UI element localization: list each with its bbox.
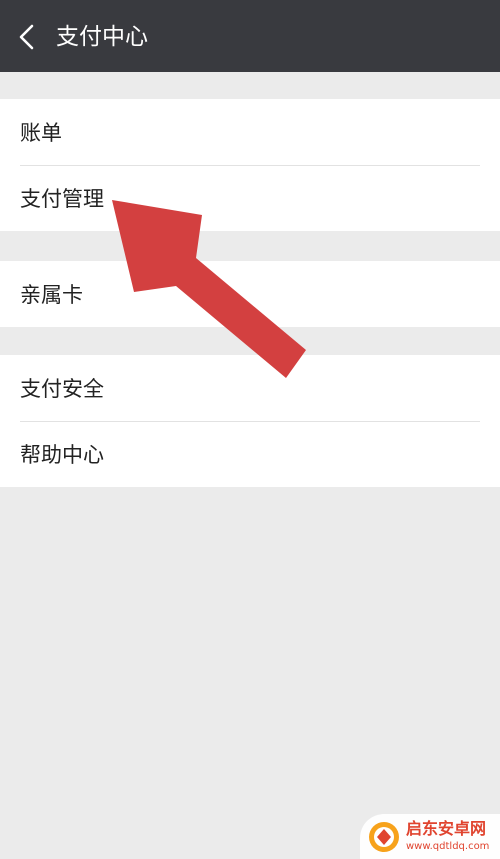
menu-group-3: 支付安全 帮助中心	[0, 355, 500, 487]
page-title: 支付中心	[56, 24, 148, 50]
menu-item-label: 帮助中心	[20, 443, 104, 467]
menu-item-family-card[interactable]: 亲属卡	[0, 261, 500, 327]
menu-item-bill[interactable]: 账单	[0, 99, 500, 165]
menu-group-1: 账单 支付管理	[0, 99, 500, 231]
watermark-url: www.qdtldq.com	[406, 841, 490, 852]
menu-group-2: 亲属卡	[0, 261, 500, 327]
menu-item-label: 亲属卡	[20, 283, 83, 307]
menu-item-help-center[interactable]: 帮助中心	[0, 421, 500, 487]
menu-item-label: 支付管理	[20, 187, 104, 211]
watermark-logo-icon	[369, 822, 399, 852]
chevron-left-icon[interactable]	[12, 22, 42, 52]
watermark-title: 启东安卓网	[406, 819, 487, 838]
menu-item-label: 账单	[20, 121, 62, 145]
watermark: 启东安卓网 www.qdtldq.com	[360, 814, 500, 859]
top-bar: 支付中心	[0, 0, 500, 72]
menu-item-label: 支付安全	[20, 377, 104, 401]
menu-item-payment-security[interactable]: 支付安全	[0, 355, 500, 421]
menu-item-payment-management[interactable]: 支付管理	[0, 165, 500, 231]
